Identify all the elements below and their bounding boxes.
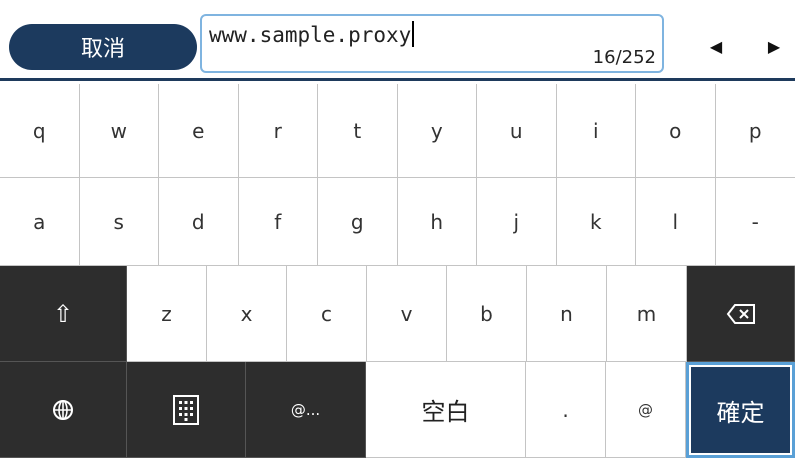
key-a[interactable]: a xyxy=(0,178,80,266)
key-f[interactable]: f xyxy=(238,178,318,266)
key-m[interactable]: m xyxy=(607,266,687,362)
confirm-button[interactable]: 確定 xyxy=(686,362,795,458)
key-n[interactable]: n xyxy=(527,266,607,362)
cursor-right-arrow-icon[interactable]: ▶ xyxy=(754,26,794,66)
keypad-key[interactable] xyxy=(127,362,246,458)
key-hyphen[interactable]: - xyxy=(715,178,795,266)
shift-icon: ⇧ xyxy=(52,299,74,328)
language-key[interactable] xyxy=(0,362,127,458)
key-t[interactable]: t xyxy=(318,84,398,178)
url-input-field[interactable]: www.sample.proxy 16/252 xyxy=(200,14,664,73)
key-x[interactable]: x xyxy=(207,266,287,362)
key-v[interactable]: v xyxy=(367,266,447,362)
input-header: 取消 www.sample.proxy 16/252 ◀ ▶ xyxy=(0,0,795,81)
key-i[interactable]: i xyxy=(556,84,636,178)
key-e[interactable]: e xyxy=(159,84,239,178)
keypad-icon xyxy=(173,394,199,425)
key-b[interactable]: b xyxy=(447,266,527,362)
key-s[interactable]: s xyxy=(79,178,159,266)
space-key[interactable]: 空白 xyxy=(366,362,526,458)
key-k[interactable]: k xyxy=(556,178,636,266)
key-z[interactable]: z xyxy=(127,266,207,362)
key-h[interactable]: h xyxy=(397,178,477,266)
keyboard-row-1: q w e r t y u i o p xyxy=(0,84,795,178)
keyboard-row-3: ⇧ z x c v b n m xyxy=(0,266,795,362)
key-o[interactable]: o xyxy=(636,84,716,178)
key-y[interactable]: y xyxy=(397,84,477,178)
cancel-button[interactable]: 取消 xyxy=(9,24,197,70)
backspace-icon xyxy=(726,303,755,324)
key-d[interactable]: d xyxy=(159,178,239,266)
key-r[interactable]: r xyxy=(238,84,318,178)
key-g[interactable]: g xyxy=(318,178,398,266)
text-cursor xyxy=(412,21,415,47)
key-u[interactable]: u xyxy=(477,84,557,178)
keyboard-row-4: @... 空白 . @ 確定 xyxy=(0,362,795,458)
at-symbols-key[interactable]: @... xyxy=(246,362,366,458)
shift-key[interactable]: ⇧ xyxy=(0,266,127,362)
key-w[interactable]: w xyxy=(79,84,159,178)
char-counter: 16/252 xyxy=(592,47,656,68)
key-j[interactable]: j xyxy=(477,178,557,266)
input-value-wrap: www.sample.proxy xyxy=(209,21,415,47)
period-key[interactable]: . xyxy=(526,362,606,458)
key-l[interactable]: l xyxy=(636,178,716,266)
backspace-key[interactable] xyxy=(687,266,795,362)
key-q[interactable]: q xyxy=(0,84,80,178)
globe-icon xyxy=(53,399,73,420)
key-p[interactable]: p xyxy=(715,84,795,178)
at-key[interactable]: @ xyxy=(606,362,686,458)
input-value: www.sample.proxy xyxy=(209,23,412,47)
keyboard-row-2: a s d f g h j k l - xyxy=(0,178,795,266)
key-c[interactable]: c xyxy=(287,266,367,362)
cursor-left-arrow-icon[interactable]: ◀ xyxy=(696,26,736,66)
